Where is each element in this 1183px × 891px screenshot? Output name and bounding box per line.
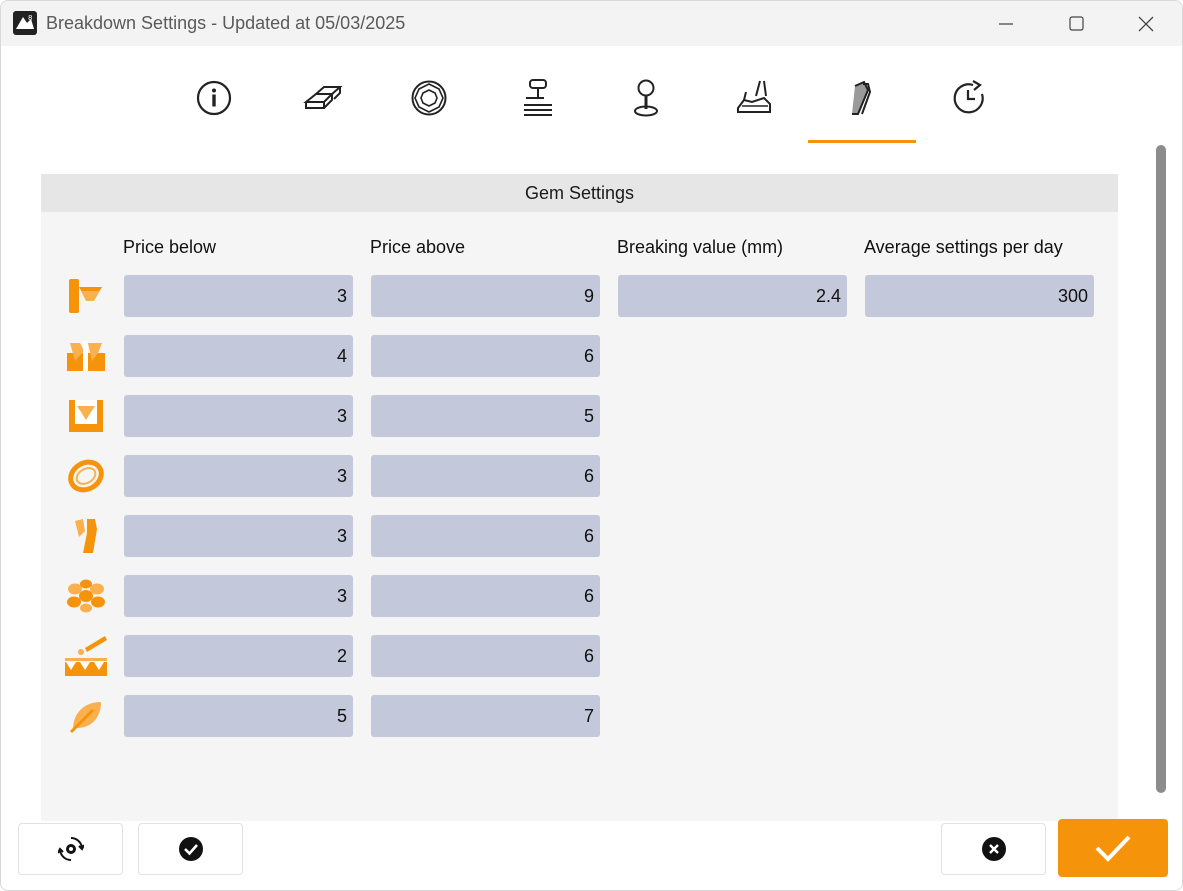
close-circle-icon bbox=[981, 837, 1006, 861]
tab-metals[interactable] bbox=[293, 68, 353, 128]
tab-bar bbox=[1, 46, 1182, 146]
maximize-button[interactable] bbox=[1041, 1, 1111, 46]
check-circle-icon bbox=[178, 837, 203, 861]
cancel-button[interactable] bbox=[941, 823, 1046, 875]
price-below-input[interactable]: 3 bbox=[124, 395, 353, 437]
price-above-input[interactable]: 6 bbox=[371, 515, 600, 557]
price-above-input[interactable]: 5 bbox=[371, 395, 600, 437]
minimize-icon bbox=[999, 22, 1013, 25]
hand-tool-icon bbox=[737, 80, 771, 113]
info-icon bbox=[196, 80, 232, 116]
bezel-setting-icon bbox=[63, 395, 109, 437]
settings-refresh-icon bbox=[57, 837, 84, 861]
gem-setting-icon bbox=[852, 80, 872, 115]
bottom-toolbar bbox=[1, 819, 1182, 890]
tab-stones[interactable] bbox=[399, 68, 459, 128]
column-header-breaking-value: Breaking value (mm) bbox=[617, 237, 784, 257]
price-below-input[interactable]: 5 bbox=[124, 695, 353, 737]
price-above-input[interactable]: 6 bbox=[371, 635, 600, 677]
tab-gem-settings[interactable] bbox=[831, 68, 891, 128]
settings-window: 8 Breakdown Settings - Updated at 05/03/… bbox=[0, 0, 1183, 891]
reset-settings-button[interactable] bbox=[18, 823, 123, 875]
maximize-icon bbox=[1068, 16, 1084, 31]
close-window-button[interactable] bbox=[1111, 1, 1181, 46]
window-title: Breakdown Settings - Updated at 05/03/20… bbox=[46, 13, 406, 33]
column-header-price-below: Price below bbox=[123, 237, 217, 257]
minimize-button[interactable] bbox=[971, 1, 1041, 46]
pave-setting-icon bbox=[63, 635, 109, 677]
casting-icon bbox=[524, 79, 552, 116]
price-below-input[interactable]: 3 bbox=[124, 455, 353, 497]
tab-positioning[interactable] bbox=[616, 68, 676, 128]
active-tab-indicator bbox=[808, 140, 916, 143]
price-above-input[interactable]: 9 bbox=[371, 275, 600, 317]
svg-text:8: 8 bbox=[28, 14, 32, 22]
history-icon bbox=[953, 80, 984, 114]
price-above-input[interactable]: 6 bbox=[371, 575, 600, 617]
app-logo-icon: 8 bbox=[13, 11, 37, 35]
confirm-button[interactable] bbox=[1058, 819, 1168, 877]
price-below-input[interactable]: 4 bbox=[124, 335, 353, 377]
leaf-setting-icon bbox=[63, 695, 109, 737]
gold-bars-icon bbox=[303, 86, 343, 109]
channel-setting-icon bbox=[63, 335, 109, 377]
diamond-icon bbox=[411, 80, 447, 116]
average-settings-input[interactable]: 300 bbox=[865, 275, 1094, 317]
tab-tools[interactable] bbox=[724, 68, 784, 128]
price-above-input[interactable]: 6 bbox=[371, 455, 600, 497]
vertical-scrollbar[interactable] bbox=[1156, 145, 1166, 793]
column-header-average-settings: Average settings per day bbox=[864, 237, 1063, 257]
panel-title: Gem Settings bbox=[41, 174, 1118, 212]
prong-setting-icon bbox=[63, 275, 109, 317]
checkmark-icon bbox=[1095, 835, 1131, 862]
price-below-input[interactable]: 2 bbox=[124, 635, 353, 677]
tab-casting[interactable] bbox=[508, 68, 568, 128]
tension-setting-icon bbox=[63, 515, 109, 557]
title-bar: 8 Breakdown Settings - Updated at 05/03/… bbox=[1, 1, 1182, 46]
close-icon bbox=[1138, 16, 1154, 31]
breaking-value-input[interactable]: 2.4 bbox=[618, 275, 847, 317]
price-below-input[interactable]: 3 bbox=[124, 575, 353, 617]
price-above-input[interactable]: 6 bbox=[371, 335, 600, 377]
ring-setting-icon bbox=[63, 455, 109, 497]
price-below-input[interactable]: 3 bbox=[124, 275, 353, 317]
gem-settings-panel: Gem Settings Price below Price above Bre… bbox=[41, 174, 1118, 821]
tab-history[interactable] bbox=[939, 68, 999, 128]
cluster-setting-icon bbox=[63, 575, 109, 617]
apply-button[interactable] bbox=[138, 823, 243, 875]
tab-info[interactable] bbox=[184, 68, 244, 128]
joystick-icon bbox=[634, 79, 658, 117]
price-above-input[interactable]: 7 bbox=[371, 695, 600, 737]
column-header-price-above: Price above bbox=[370, 237, 466, 257]
price-below-input[interactable]: 3 bbox=[124, 515, 353, 557]
